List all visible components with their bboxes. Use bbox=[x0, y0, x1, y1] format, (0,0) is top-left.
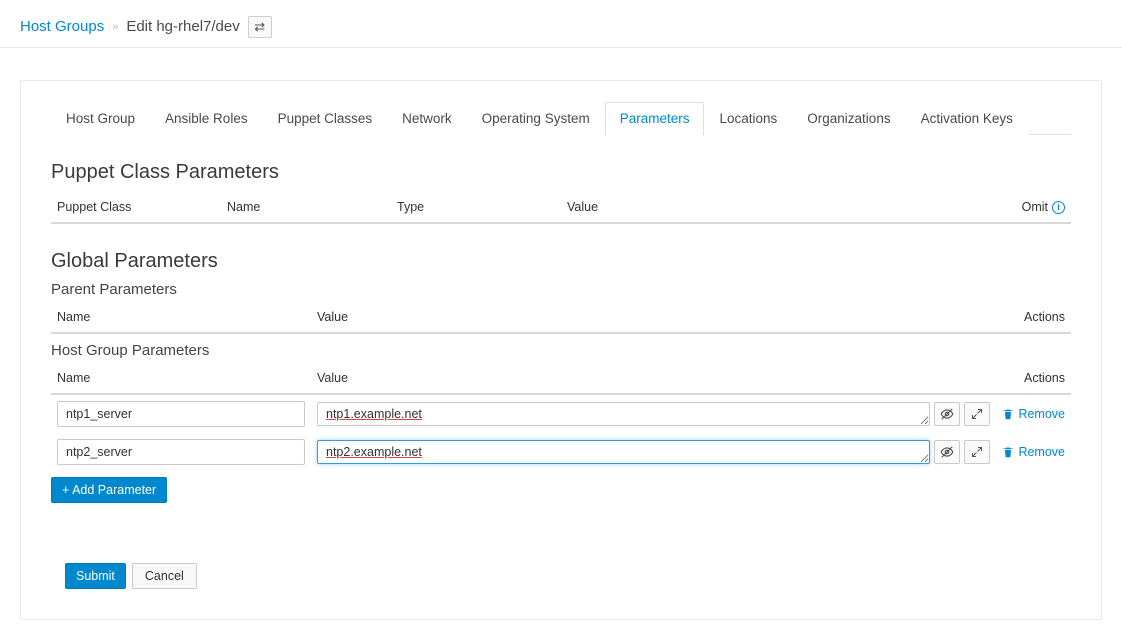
expand-value-button[interactable] bbox=[964, 402, 990, 426]
col-type: Type bbox=[391, 198, 561, 216]
parent-parameters-heading: Parent Parameters bbox=[51, 281, 1071, 298]
info-icon[interactable]: i bbox=[1052, 201, 1065, 214]
hide-value-button[interactable] bbox=[934, 402, 960, 426]
eye-off-icon bbox=[940, 445, 954, 459]
parameter-name-input[interactable] bbox=[57, 439, 305, 465]
parent-parameters-header-row: Name Value Actions bbox=[51, 302, 1071, 334]
parameter-value-input[interactable]: ntp2.example.net bbox=[317, 440, 930, 464]
global-parameters-heading: Global Parameters bbox=[51, 250, 1071, 273]
submit-button[interactable]: Submit bbox=[65, 563, 126, 589]
col-name: Name bbox=[51, 369, 311, 387]
remove-parameter-link[interactable]: Remove bbox=[1002, 445, 1065, 459]
form-actions: Submit Cancel bbox=[51, 563, 1071, 589]
parameter-row: ntp1.example.net Remove bbox=[51, 395, 1071, 433]
col-value: Value bbox=[561, 198, 1011, 216]
cancel-button[interactable]: Cancel bbox=[132, 563, 197, 589]
tab-organizations[interactable]: Organizations bbox=[792, 102, 905, 135]
col-name: Name bbox=[51, 308, 311, 326]
trash-icon bbox=[1002, 446, 1014, 458]
tab-host-group[interactable]: Host Group bbox=[51, 102, 150, 135]
edit-hostgroup-panel: Host GroupAnsible RolesPuppet ClassesNet… bbox=[20, 80, 1102, 620]
col-omit: Omit i bbox=[1011, 198, 1071, 216]
puppet-class-parameters-header-row: Puppet Class Name Type Value Omit i bbox=[51, 192, 1071, 224]
tab-ansible-roles[interactable]: Ansible Roles bbox=[150, 102, 263, 135]
add-parameter-button[interactable]: + Add Parameter bbox=[51, 477, 167, 503]
expand-icon bbox=[971, 446, 983, 458]
page-title: Edit hg-rhel7/dev bbox=[126, 18, 239, 35]
parameter-row: ntp2.example.net Remove bbox=[51, 433, 1071, 471]
trash-icon bbox=[1002, 408, 1014, 420]
hostgroup-parameters-heading: Host Group Parameters bbox=[51, 342, 1071, 359]
breadcrumb-root-link[interactable]: Host Groups bbox=[20, 18, 104, 35]
tab-locations[interactable]: Locations bbox=[704, 102, 792, 135]
tab-network[interactable]: Network bbox=[387, 102, 467, 135]
tab-activation-keys[interactable]: Activation Keys bbox=[906, 102, 1028, 135]
col-omit-label: Omit bbox=[1022, 200, 1048, 214]
parameter-name-input[interactable] bbox=[57, 401, 305, 427]
hide-value-button[interactable] bbox=[934, 440, 960, 464]
col-value: Value bbox=[311, 308, 1013, 326]
eye-off-icon bbox=[940, 407, 954, 421]
col-actions: Actions bbox=[1013, 308, 1071, 326]
col-value: Value bbox=[311, 369, 1013, 387]
breadcrumb: Host Groups » Edit hg-rhel7/dev ⇄ bbox=[0, 0, 1122, 48]
parameter-value-input[interactable]: ntp1.example.net bbox=[317, 402, 930, 426]
hostgroup-parameters-header-row: Name Value Actions bbox=[51, 363, 1071, 395]
tab-bar: Host GroupAnsible RolesPuppet ClassesNet… bbox=[51, 101, 1071, 135]
puppet-class-parameters-heading: Puppet Class Parameters bbox=[51, 161, 1071, 184]
remove-parameter-link[interactable]: Remove bbox=[1002, 407, 1065, 421]
swap-icon[interactable]: ⇄ bbox=[248, 16, 272, 38]
col-actions: Actions bbox=[1013, 369, 1071, 387]
col-puppet-class: Puppet Class bbox=[51, 198, 221, 216]
tab-parameters[interactable]: Parameters bbox=[605, 102, 705, 135]
expand-value-button[interactable] bbox=[964, 440, 990, 464]
expand-icon bbox=[971, 408, 983, 420]
col-name: Name bbox=[221, 198, 391, 216]
tab-puppet-classes[interactable]: Puppet Classes bbox=[263, 102, 388, 135]
breadcrumb-separator: » bbox=[112, 21, 118, 33]
tab-operating-system[interactable]: Operating System bbox=[467, 102, 605, 135]
